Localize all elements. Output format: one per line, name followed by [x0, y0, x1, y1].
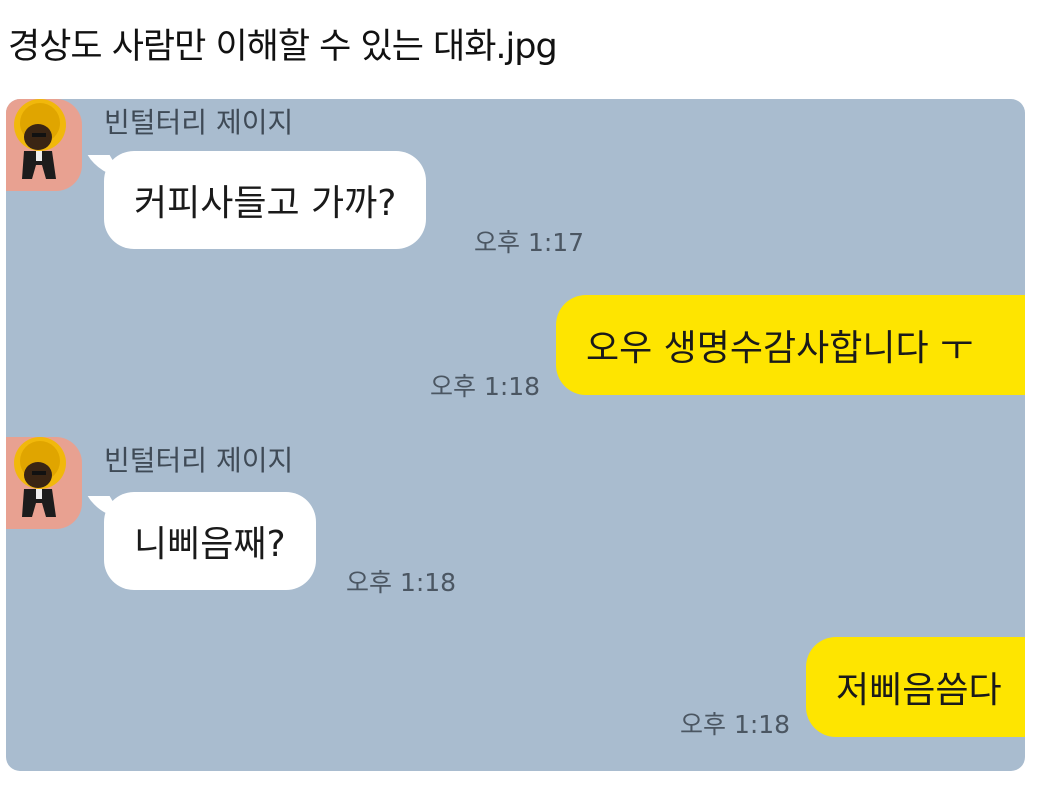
message-timestamp: 오후 1:18: [346, 568, 457, 597]
post-title: 경상도 사람만 이해할 수 있는 대화.jpg: [8, 27, 558, 67]
message-text: 커피사들고 가까?: [134, 183, 397, 224]
message-timestamp: 오후 1:18: [680, 710, 791, 739]
chat-screenshot: 빈털터리 제이지 커피사들고 가까? 오후 1:17 오우 생명수감사합니다 ㅜ…: [6, 99, 1025, 771]
afro-character-icon: [14, 437, 66, 517]
message-text: 저삐음씀다: [836, 670, 1002, 711]
incoming-message-bubble[interactable]: 커피사들고 가까?: [104, 151, 427, 249]
message-text: 니삐음째?: [134, 524, 286, 565]
avatar[interactable]: [6, 437, 82, 529]
sender-name: 빈털터리 제이지: [104, 106, 294, 139]
outgoing-message-bubble[interactable]: 오우 생명수감사합니다 ㅜ: [556, 295, 1025, 395]
message-timestamp: 오후 1:17: [474, 228, 585, 257]
avatar[interactable]: [6, 99, 82, 191]
incoming-message-bubble[interactable]: 니삐음째?: [104, 492, 316, 590]
outgoing-message-bubble[interactable]: 저삐음씀다: [806, 637, 1025, 737]
message-timestamp: 오후 1:18: [430, 372, 541, 401]
sender-name: 빈털터리 제이지: [104, 444, 294, 477]
afro-character-icon: [14, 99, 66, 179]
message-text: 오우 생명수감사합니다 ㅜ: [586, 328, 974, 369]
